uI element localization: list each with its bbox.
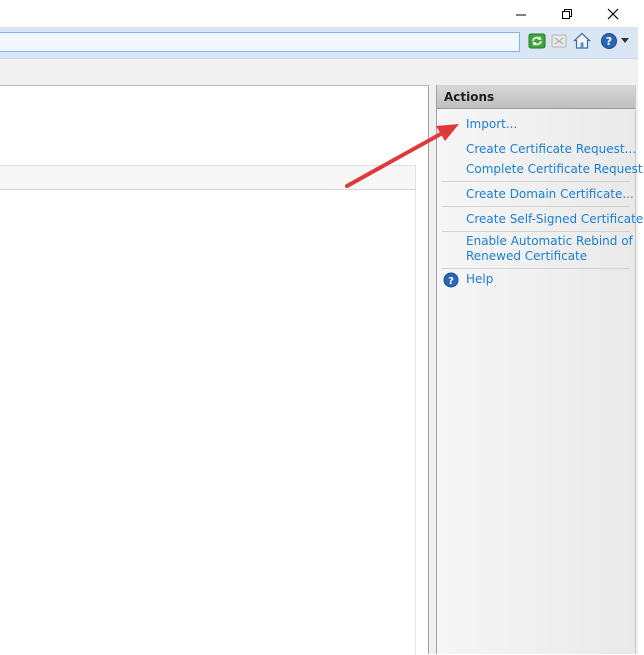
stop-icon[interactable] <box>550 32 568 50</box>
workspace: Actions Import... Create Certificate Req… <box>0 85 644 655</box>
minimize-icon <box>516 14 526 15</box>
action-enable-automatic-rebind-line2[interactable]: Renewed Certificate <box>466 249 587 264</box>
actions-header: Actions <box>437 85 635 109</box>
address-field[interactable] <box>0 32 520 52</box>
list-column-header[interactable] <box>0 165 416 190</box>
minimize-button[interactable] <box>498 0 544 27</box>
refresh-icon[interactable] <box>528 32 546 50</box>
action-separator <box>442 181 630 182</box>
actions-pane: Actions Import... Create Certificate Req… <box>436 85 644 654</box>
main-content-panel <box>0 85 429 655</box>
menu-strip <box>0 59 638 85</box>
close-icon <box>607 8 619 19</box>
action-separator <box>442 231 630 232</box>
action-import[interactable]: Import... <box>466 117 517 132</box>
action-complete-certificate-request[interactable]: Complete Certificate Request... <box>466 162 644 177</box>
action-enable-automatic-rebind[interactable]: Enable Automatic Rebind of <box>466 234 633 249</box>
action-create-certificate-request[interactable]: Create Certificate Request... <box>466 142 636 157</box>
action-create-self-signed-certificate[interactable]: Create Self-Signed Certificate... <box>466 212 644 227</box>
help-icon[interactable]: ? <box>443 272 459 288</box>
svg-text:?: ? <box>448 276 454 287</box>
home-icon[interactable] <box>573 32 591 50</box>
close-button[interactable] <box>590 0 636 27</box>
chevron-down-icon[interactable] <box>621 38 629 44</box>
certificate-list[interactable] <box>0 190 416 655</box>
action-help[interactable]: Help <box>466 272 493 287</box>
restore-button[interactable] <box>544 0 590 27</box>
address-toolbar: ? <box>0 27 638 59</box>
restore-icon <box>562 8 572 19</box>
action-create-domain-certificate[interactable]: Create Domain Certificate... <box>466 187 634 202</box>
action-separator <box>442 206 630 207</box>
action-separator <box>442 268 630 269</box>
title-bar <box>0 0 638 27</box>
svg-text:?: ? <box>606 35 612 48</box>
help-icon[interactable]: ? <box>600 32 618 50</box>
window-edge <box>638 0 644 654</box>
